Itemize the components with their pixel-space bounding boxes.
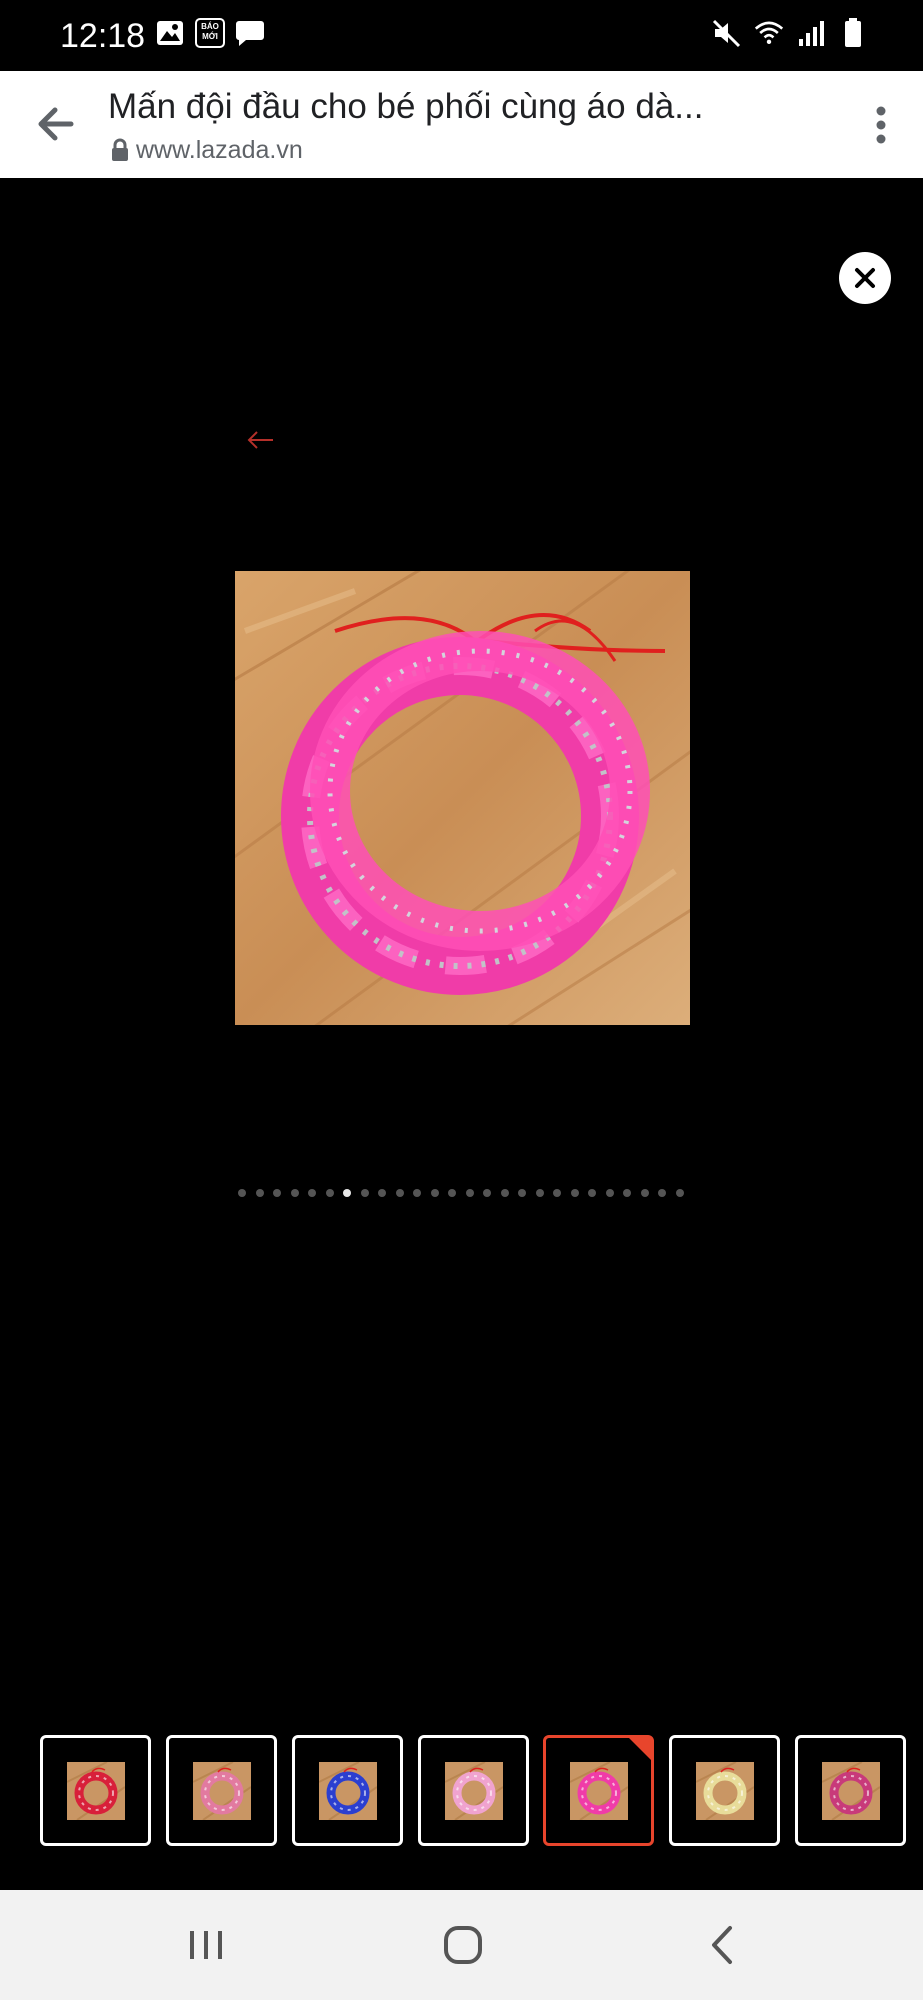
pagination-dot[interactable] [518, 1189, 526, 1197]
wifi-icon [754, 18, 784, 48]
baomoi-icon: BÁO MỚI [195, 18, 225, 48]
pagination-dot[interactable] [308, 1189, 316, 1197]
hot-pink-braided-headband-image [569, 1761, 628, 1820]
selected-indicator [629, 1738, 651, 1760]
back-chevron-icon [712, 1926, 732, 1964]
thumbnail-hot-pink-braided-headband[interactable] [543, 1735, 654, 1846]
image-pagination-dots [238, 1188, 684, 1198]
pagination-dot[interactable] [623, 1189, 631, 1197]
status-time: 12:18 [60, 17, 146, 55]
pagination-dot[interactable] [500, 1189, 509, 1197]
pagination-dot[interactable] [360, 1189, 369, 1197]
system-back-button[interactable] [692, 1915, 752, 1975]
pagination-dot[interactable] [325, 1189, 334, 1197]
battery-icon [838, 18, 868, 48]
status-bar: 12:18 BÁO MỚI [0, 0, 923, 71]
pink-white-braided-headband-image [192, 1761, 251, 1820]
pagination-dot[interactable] [535, 1189, 544, 1197]
thumbnail-light-pink-braided-headband[interactable] [418, 1735, 529, 1846]
arrow-left-icon [247, 431, 273, 449]
pagination-dot[interactable] [378, 1189, 386, 1197]
pagination-dot[interactable] [413, 1189, 421, 1197]
pagination-dot[interactable] [658, 1189, 666, 1197]
thumbnail-strip [0, 1735, 923, 1847]
pagination-dot[interactable] [238, 1189, 246, 1197]
pagination-dot[interactable] [675, 1189, 684, 1197]
pagination-dot[interactable] [588, 1189, 596, 1197]
pagination-dot[interactable] [430, 1189, 439, 1197]
recents-icon [190, 1931, 222, 1959]
close-icon [855, 268, 875, 288]
home-icon [444, 1926, 482, 1964]
browser-toolbar: Mấn đội đầu cho bé phối cùng áo dà... ww… [0, 71, 923, 178]
pagination-dot[interactable] [553, 1189, 561, 1197]
arrow-left-icon [38, 107, 74, 141]
pink-braided-headband-photo [235, 571, 690, 1025]
back-button[interactable] [30, 99, 80, 149]
product-image[interactable] [235, 571, 690, 1025]
pagination-dot-active[interactable] [343, 1189, 351, 1197]
more-vertical-icon [876, 106, 886, 144]
url-text: www.lazada.vn [136, 136, 303, 164]
pagination-dot[interactable] [640, 1189, 649, 1197]
blue-braided-headband-image [318, 1761, 377, 1820]
pagination-dot[interactable] [395, 1189, 404, 1197]
notification-icons: BÁO MỚI [155, 18, 265, 48]
screen: 12:18 BÁO MỚI Mấn đội đầu cho bé phối cù… [0, 0, 923, 2000]
image-icon [155, 18, 185, 48]
light-pink-braided-headband-image [444, 1761, 503, 1820]
pagination-dot[interactable] [448, 1189, 456, 1197]
signal-icon [796, 18, 826, 48]
pagination-dot[interactable] [290, 1189, 299, 1197]
pagination-dot[interactable] [273, 1189, 281, 1197]
navigation-bar [0, 1890, 923, 2000]
recents-button[interactable] [176, 1915, 236, 1975]
pagination-dot[interactable] [605, 1189, 614, 1197]
pagination-dot[interactable] [483, 1189, 491, 1197]
red-braided-headband-image [66, 1761, 125, 1820]
thumbnail-cream-braided-headband[interactable] [669, 1735, 780, 1846]
page-title: Mấn đội đầu cho bé phối cùng áo dà... [108, 87, 704, 126]
baomoi-line2: MỚI [202, 32, 218, 41]
url-row: www.lazada.vn [110, 135, 303, 165]
baomoi-line1: BÁO [201, 22, 219, 31]
red-blue-braided-headband-image [821, 1761, 880, 1820]
pagination-dot[interactable] [465, 1189, 474, 1197]
home-button[interactable] [433, 1915, 493, 1975]
lock-icon [112, 138, 128, 161]
message-icon [235, 18, 265, 48]
previous-image-button[interactable] [246, 425, 276, 455]
close-gallery-button[interactable] [839, 252, 891, 304]
mute-icon [712, 18, 742, 48]
thumbnail-pink-white-braided-headband[interactable] [166, 1735, 277, 1846]
thumbnail-red-braided-headband[interactable] [40, 1735, 151, 1846]
system-icons [712, 18, 868, 48]
thumbnail-red-blue-braided-headband[interactable] [795, 1735, 906, 1846]
pagination-dot[interactable] [570, 1189, 579, 1197]
cream-braided-headband-image [695, 1761, 754, 1820]
more-options-button[interactable] [861, 97, 901, 153]
pagination-dot[interactable] [255, 1189, 264, 1197]
thumbnail-blue-braided-headband[interactable] [292, 1735, 403, 1846]
